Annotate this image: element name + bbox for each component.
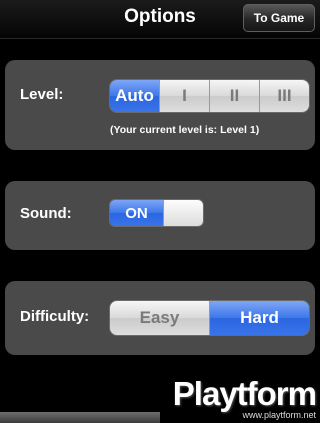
sound-toggle-on: ON bbox=[110, 200, 163, 226]
sound-label: Sound: bbox=[20, 205, 72, 222]
navigation-bar: Options To Game bbox=[0, 0, 320, 39]
difficulty-option-hard[interactable]: Hard bbox=[209, 301, 309, 335]
level-option-3[interactable]: III bbox=[259, 80, 309, 112]
bottom-bar bbox=[0, 412, 160, 423]
difficulty-segmented-control: Easy Hard bbox=[109, 300, 310, 336]
current-level-note: (Your current level is: Level 1) bbox=[110, 124, 260, 136]
level-option-auto[interactable]: Auto bbox=[110, 80, 159, 112]
watermark: Playtform www.playtform.net bbox=[172, 375, 317, 420]
sound-panel: Sound: ON bbox=[5, 181, 315, 250]
sound-toggle[interactable]: ON bbox=[109, 199, 204, 227]
level-option-2[interactable]: II bbox=[209, 80, 259, 112]
level-segmented-control: Auto I II III bbox=[109, 79, 310, 113]
watermark-logo: Playtform bbox=[172, 375, 317, 412]
difficulty-option-easy[interactable]: Easy bbox=[110, 301, 209, 335]
to-game-button[interactable]: To Game bbox=[243, 4, 315, 32]
level-label: Level: bbox=[20, 86, 64, 103]
difficulty-panel: Difficulty: Easy Hard bbox=[5, 281, 315, 355]
difficulty-label: Difficulty: bbox=[20, 308, 90, 325]
level-panel: Level: Auto I II III (Your current level… bbox=[5, 60, 315, 150]
sound-toggle-knob[interactable] bbox=[163, 200, 203, 226]
level-option-1[interactable]: I bbox=[159, 80, 209, 112]
